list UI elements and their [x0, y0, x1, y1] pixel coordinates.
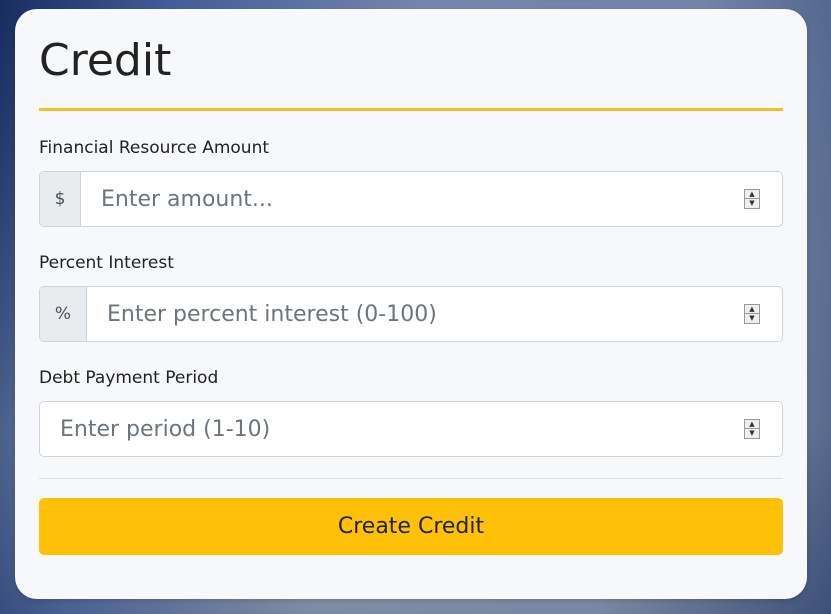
amount-label: Financial Resource Amount: [39, 138, 270, 158]
period-spinner: ▲ ▼: [744, 402, 764, 456]
spinner-up-icon[interactable]: ▲: [744, 304, 760, 314]
form-divider: [39, 478, 783, 479]
period-input[interactable]: [40, 402, 744, 456]
interest-spinner: ▲ ▼: [744, 287, 764, 341]
spinner-down-icon[interactable]: ▼: [744, 314, 760, 324]
percent-addon: %: [40, 287, 87, 341]
page-title: Credit: [39, 35, 172, 86]
amount-input-group: $ ▲ ▼: [39, 171, 783, 227]
amount-input[interactable]: [81, 172, 744, 226]
spinner-up-icon[interactable]: ▲: [744, 419, 760, 429]
title-underline: [39, 108, 783, 111]
spinner-down-icon[interactable]: ▼: [744, 429, 760, 439]
period-input-group: ▲ ▼: [39, 401, 783, 457]
create-credit-button[interactable]: Create Credit: [39, 498, 783, 555]
credit-form-card: Credit Financial Resource Amount $ ▲ ▼ P…: [15, 9, 807, 599]
period-label: Debt Payment Period: [39, 368, 219, 388]
interest-input-group: % ▲ ▼: [39, 286, 783, 342]
spinner-up-icon[interactable]: ▲: [744, 189, 760, 199]
interest-input[interactable]: [87, 287, 744, 341]
interest-label: Percent Interest: [39, 253, 174, 273]
amount-spinner: ▲ ▼: [744, 172, 764, 226]
dollar-addon: $: [40, 172, 81, 226]
spinner-down-icon[interactable]: ▼: [744, 199, 760, 209]
